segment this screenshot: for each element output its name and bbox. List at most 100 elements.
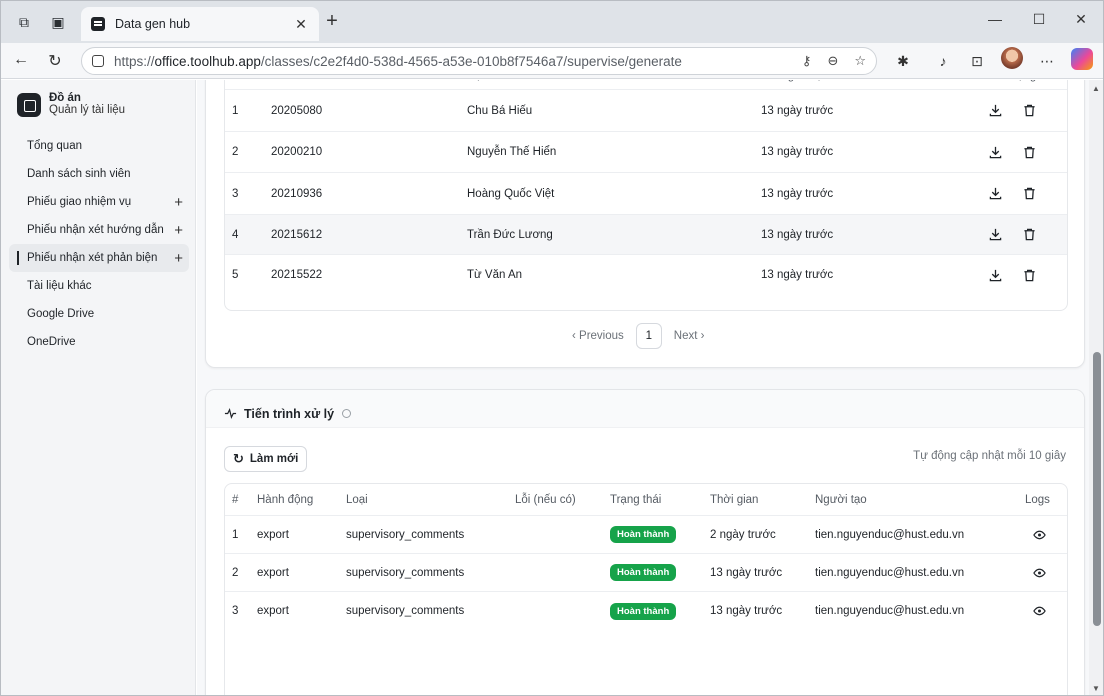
address-bar[interactable]: https://office.toolhub.app/classes/c2e2f…	[81, 47, 877, 75]
cell-creator: tien.nguyenduc@hust.edu.vn	[815, 566, 965, 579]
process-header: Tiến trình xử lý	[206, 390, 1084, 428]
address-row: ← ↻ https://office.toolhub.app/classes/c…	[1, 43, 1103, 79]
eye-icon[interactable]	[1031, 565, 1047, 581]
sidebar-item-label: Phiếu nhận xét phản biện	[27, 252, 158, 264]
next-page-button[interactable]: Next ›	[674, 330, 705, 342]
table-row: 4 20215612 Trần Đức Lương 13 ngày trước	[225, 215, 1067, 255]
maximize-icon[interactable]: ☐	[1029, 11, 1049, 28]
eye-icon[interactable]	[1031, 603, 1047, 619]
header-logs: Logs	[1025, 493, 1050, 506]
download-icon[interactable]	[987, 227, 1003, 243]
cell-time: 13 ngày trước	[710, 566, 783, 579]
cell-stt: 4	[232, 228, 239, 241]
download-icon[interactable]	[987, 144, 1003, 160]
download-icon[interactable]	[987, 186, 1003, 202]
tab-close-icon[interactable]: ✕	[293, 16, 309, 33]
cell-mssv: 20200210	[271, 146, 323, 158]
auto-update-note: Tự động cập nhật mỗi 10 giây	[913, 450, 1066, 462]
cell-stt: 3	[232, 187, 239, 200]
cell-stt: 1	[232, 104, 239, 117]
brand-title: Đồ án	[49, 92, 81, 104]
url-text[interactable]: https://office.toolhub.app/classes/c2e2f…	[114, 54, 786, 69]
info-icon[interactable]	[342, 409, 351, 418]
download-icon[interactable]	[987, 103, 1003, 119]
favorite-star-icon[interactable]: ☆	[854, 53, 866, 69]
table-row: 2 20200210 Nguyễn Thế Hiển 13 ngày trước	[225, 132, 1067, 173]
key-icon[interactable]: ⚷	[802, 53, 812, 69]
table-row: 1 export supervisory_comments Hoàn thành…	[225, 516, 1067, 554]
sidebar-item-label: Phiếu giao nhiệm vụ	[27, 196, 132, 208]
workspaces-icon[interactable]: ⧉	[15, 13, 33, 31]
tab-actions-icon[interactable]: ▣	[49, 13, 67, 31]
download-icon[interactable]	[987, 267, 1003, 283]
trash-icon[interactable]	[1021, 227, 1037, 243]
copilot-icon[interactable]	[1071, 48, 1093, 70]
eye-icon[interactable]	[1031, 527, 1047, 543]
new-tab-icon[interactable]: +	[321, 11, 343, 31]
documents-card: STT MSSV Họ tên Thời gian tạo Hành động …	[205, 80, 1085, 368]
brand-logo-icon	[17, 92, 41, 117]
tab-favicon-icon	[91, 17, 105, 31]
back-icon[interactable]: ←	[11, 51, 31, 69]
sidebar-item-other-docs[interactable]: Tài liệu khác	[9, 272, 189, 300]
sidebar-item-onedrive[interactable]: OneDrive	[9, 328, 189, 356]
cell-mssv: 20215522	[271, 269, 323, 281]
refresh-icon: ↻	[233, 451, 244, 466]
status-badge: Hoàn thành	[610, 602, 677, 620]
zoom-icon[interactable]: ⊖	[827, 53, 838, 69]
minimize-icon[interactable]: —	[985, 11, 1005, 27]
refresh-button[interactable]: ↻ Làm mới	[224, 446, 308, 472]
cell-type: supervisory_comments	[346, 566, 465, 579]
site-info-icon[interactable]	[92, 55, 104, 67]
cell-action: export	[257, 605, 289, 617]
cell-type: supervisory_comments	[346, 528, 465, 541]
header-actions: Hành động	[980, 80, 1036, 89]
cell-num: 3	[232, 605, 239, 617]
table-row: 3 20210936 Hoàng Quốc Việt 13 ngày trước	[225, 173, 1067, 215]
sidebar-item-label: OneDrive	[27, 336, 76, 348]
sidebar-item-overview[interactable]: Tổng quan	[9, 132, 189, 160]
trash-icon[interactable]	[1021, 144, 1037, 160]
add-icon[interactable]: +	[174, 222, 183, 239]
cell-time: 2 ngày trước	[710, 528, 776, 541]
page-1-button[interactable]: 1	[635, 323, 662, 349]
header-action: Hành động	[257, 493, 314, 506]
sidebar-item-label: Tổng quan	[27, 140, 82, 152]
scrollbar-thumb[interactable]	[1093, 352, 1101, 626]
close-window-icon[interactable]: ✕	[1071, 11, 1091, 28]
next-label: Next	[673, 330, 698, 342]
screenshot-icon[interactable]: ⊡	[967, 53, 987, 70]
sidebar-item-students[interactable]: Danh sách sinh viên	[9, 160, 189, 188]
trash-icon[interactable]	[1021, 186, 1037, 202]
previous-page-button[interactable]: ‹ Previous	[572, 330, 624, 342]
sidebar-item-reviewer-review[interactable]: Phiếu nhận xét phản biện +	[9, 244, 189, 272]
brand[interactable]: Đồ án Quản lý tài liệu	[17, 92, 125, 117]
cell-action: export	[257, 528, 289, 541]
main-content: STT MSSV Họ tên Thời gian tạo Hành động …	[197, 80, 1089, 695]
sidebar-item-supervisor-review[interactable]: Phiếu nhận xét hướng dẫn +	[9, 216, 189, 244]
table-row: 1 20205080 Chu Bá Hiếu 13 ngày trước	[225, 90, 1067, 132]
trash-icon[interactable]	[1021, 267, 1037, 283]
cell-created: 13 ngày trước	[761, 228, 834, 241]
sidebar-item-assignments[interactable]: Phiếu giao nhiệm vụ +	[9, 188, 189, 216]
add-icon[interactable]: +	[174, 194, 183, 211]
cell-created: 13 ngày trước	[761, 187, 834, 200]
profile-avatar[interactable]	[1001, 47, 1023, 69]
header-time: Thời gian	[710, 493, 759, 506]
sidebar-item-google-drive[interactable]: Google Drive	[9, 300, 189, 328]
table-header: # Hành động Loại Lỗi (nếu có) Trạng thái…	[225, 484, 1067, 516]
process-table: # Hành động Loại Lỗi (nếu có) Trạng thái…	[224, 483, 1068, 695]
page-scrollbar[interactable]: ▲ ▼	[1089, 80, 1103, 695]
scroll-up-icon[interactable]: ▲	[1092, 84, 1100, 93]
header-creator: Người tạo	[815, 493, 867, 506]
header-error: Lỗi (nếu có)	[515, 493, 576, 506]
previous-label: Previous	[579, 330, 624, 342]
browser-essentials-icon[interactable]: ♪	[933, 53, 953, 69]
extensions-icon[interactable]: ✱	[893, 53, 913, 70]
trash-icon[interactable]	[1021, 103, 1037, 119]
tab-data-gen-hub[interactable]: Data gen hub ✕	[81, 7, 319, 41]
reload-icon[interactable]: ↻	[45, 51, 65, 71]
scroll-down-icon[interactable]: ▼	[1092, 684, 1100, 693]
add-icon[interactable]: +	[174, 250, 183, 267]
more-menu-icon[interactable]: ⋯	[1037, 53, 1057, 70]
